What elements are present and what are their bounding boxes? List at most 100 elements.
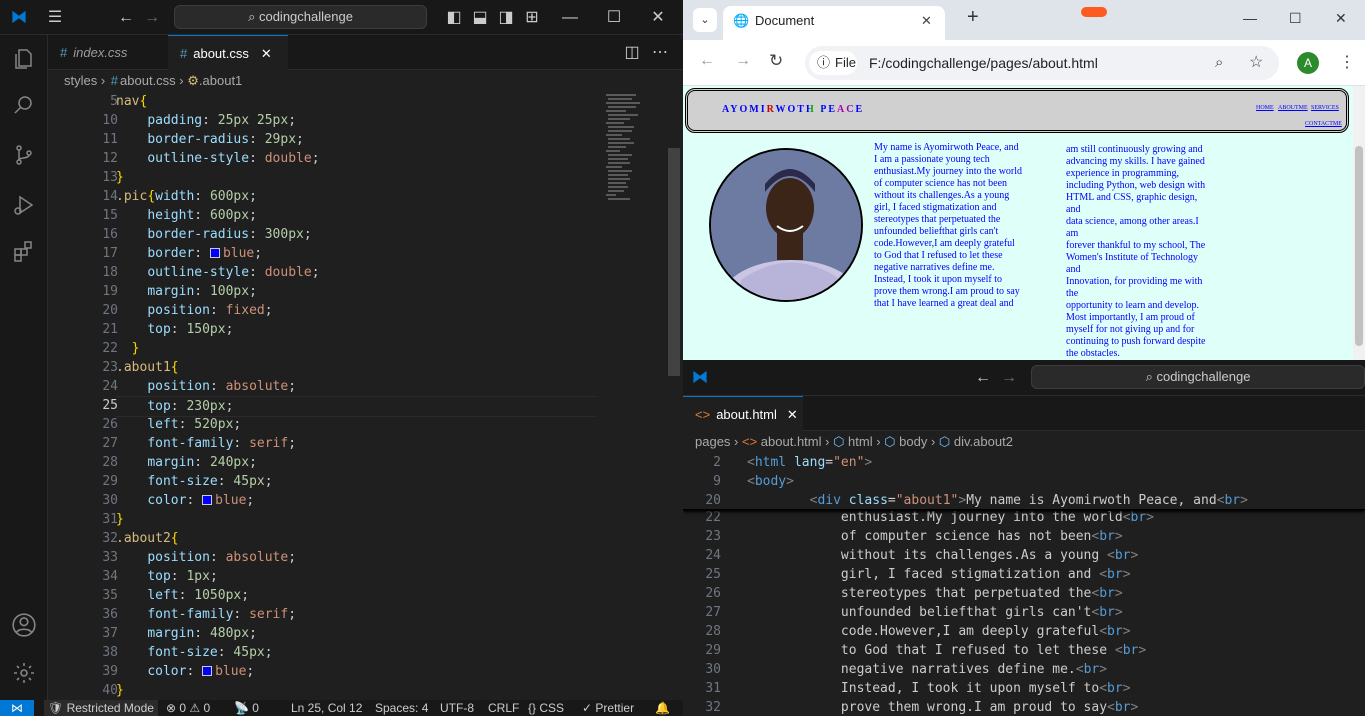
code-line[interactable]: of computer science has not been<br>: [747, 527, 1123, 546]
code-line[interactable]: }: [116, 510, 124, 529]
code-line[interactable]: top: 1px;: [116, 567, 217, 586]
close-tab-icon[interactable]: ✕: [787, 407, 798, 422]
code-line[interactable]: height: 600px;: [116, 206, 257, 225]
toggle-sidebar-icon[interactable]: ◧: [444, 0, 464, 35]
source-control-icon[interactable]: [0, 135, 48, 175]
prettier-status[interactable]: ✓ Prettier: [582, 700, 634, 716]
minimize-icon[interactable]: —: [1243, 10, 1257, 26]
page-scroll-thumb[interactable]: [1355, 146, 1363, 346]
code-line[interactable]: stereotypes that perpetuated the<br>: [747, 584, 1123, 603]
sticky-scroll-line[interactable]: <html lang="en">: [747, 453, 872, 472]
minimize-icon[interactable]: —: [560, 0, 580, 35]
code-line[interactable]: font-family: serif;: [116, 434, 296, 453]
sticky-scroll-line[interactable]: <div class="about1">My name is Ayomirwot…: [747, 491, 1248, 510]
maximize-icon[interactable]: ☐: [604, 0, 624, 35]
close-window-icon[interactable]: ✕: [1335, 10, 1347, 27]
split-editor-icon[interactable]: ◫: [622, 35, 642, 70]
ports-status[interactable]: 📡 0: [234, 700, 259, 716]
nav-link-services[interactable]: SERVICES: [1311, 105, 1339, 111]
cursor-position[interactable]: Ln 25, Col 12: [291, 700, 362, 716]
code-line[interactable]: }: [116, 339, 140, 358]
command-center-search[interactable]: ⌕ codingchallenge: [174, 5, 427, 29]
account-icon[interactable]: [0, 605, 48, 645]
nav-link-contactme[interactable]: CONTACTME: [1305, 121, 1342, 127]
code-line[interactable]: left: 520px;: [116, 415, 241, 434]
menu-icon[interactable]: ☰: [44, 0, 66, 35]
code-line[interactable]: girl, I faced stigmatization and <br>: [747, 565, 1131, 584]
code-line[interactable]: color: blue;: [116, 491, 254, 510]
command-center-search[interactable]: ⌕ codingchallenge: [1031, 365, 1365, 389]
tab-about-css[interactable]: # about.css ✕: [168, 35, 288, 70]
back-arrow-icon[interactable]: ←: [699, 52, 715, 70]
customize-layout-icon[interactable]: ⊞: [522, 0, 542, 35]
code-line[interactable]: position: fixed;: [116, 301, 272, 320]
code-line[interactable]: .pic{width: 600px;: [116, 187, 257, 206]
address-bar[interactable]: ⓘ File F:/codingchallenge/pages/about.htm…: [805, 46, 1279, 80]
encoding-status[interactable]: UTF-8: [440, 700, 474, 716]
close-tab-icon[interactable]: ✕: [921, 6, 932, 36]
code-line[interactable]: prove them wrong.I am proud to say<br>: [747, 698, 1138, 716]
code-line[interactable]: margin: 100px;: [116, 282, 257, 301]
page-scrollbar[interactable]: [1353, 86, 1365, 360]
breadcrumb-item[interactable]: body: [899, 434, 927, 449]
problems-status[interactable]: ⊗ 0 ⚠ 0: [166, 700, 210, 716]
nav-link-aboutme[interactable]: ABOUTME: [1278, 105, 1308, 111]
html-code-area[interactable]: 22 enthusiast.My journey into the world<…: [683, 453, 1365, 716]
code-line[interactable]: color: blue;: [116, 662, 254, 681]
forward-arrow-icon[interactable]: →: [999, 360, 1019, 395]
zoom-icon[interactable]: ⌕: [1215, 46, 1223, 80]
eol-status[interactable]: CRLF: [488, 700, 519, 716]
close-window-icon[interactable]: ✕: [648, 0, 668, 35]
breadcrumb-item[interactable]: div.about2: [954, 434, 1013, 449]
explorer-icon[interactable]: [0, 39, 48, 79]
code-line[interactable]: .about1{: [116, 358, 179, 377]
editor-scrollbar[interactable]: [668, 148, 680, 376]
run-debug-icon[interactable]: [0, 185, 48, 225]
breadcrumb-item[interactable]: about.html: [761, 434, 822, 449]
toggle-panel-icon[interactable]: ⬓: [470, 0, 490, 35]
site-info-chip[interactable]: ⓘ File: [809, 51, 857, 75]
code-line[interactable]: outline-style: double;: [116, 263, 319, 282]
back-arrow-icon[interactable]: ←: [116, 0, 136, 35]
back-arrow-icon[interactable]: ←: [973, 360, 993, 395]
minimap[interactable]: [600, 92, 668, 212]
code-line[interactable]: margin: 240px;: [116, 453, 257, 472]
breadcrumb-item[interactable]: .about1: [199, 73, 242, 88]
tab-index-css[interactable]: # index.css: [48, 35, 168, 70]
breadcrumb-item[interactable]: about.css: [120, 73, 176, 88]
tab-search-icon[interactable]: ⌄: [693, 8, 717, 32]
notifications-bell-icon[interactable]: 🔔: [655, 700, 670, 716]
css-code-area[interactable]: 5 nav{10 padding: 25px 25px; 11 border-rad…: [48, 92, 668, 700]
code-line[interactable]: font-family: serif;: [116, 605, 296, 624]
settings-gear-icon[interactable]: [0, 653, 48, 693]
code-line[interactable]: position: absolute;: [116, 377, 296, 396]
code-line[interactable]: margin: 480px;: [116, 624, 257, 643]
sticky-scroll-line[interactable]: <body>: [747, 472, 794, 491]
nav-link-home[interactable]: HOME: [1256, 105, 1274, 111]
code-line[interactable]: unfounded beliefthat girls can't<br>: [747, 603, 1123, 622]
code-line[interactable]: outline-style: double;: [116, 149, 319, 168]
more-actions-icon[interactable]: ⋯: [650, 35, 670, 70]
code-line[interactable]: font-size: 45px;: [116, 643, 272, 662]
toggle-secondary-sidebar-icon[interactable]: ◨: [496, 0, 516, 35]
restricted-mode-status[interactable]: 🛡 Restricted Mode: [44, 700, 158, 716]
code-line[interactable]: position: absolute;: [116, 548, 296, 567]
code-line[interactable]: top: 150px;: [116, 320, 233, 339]
breadcrumb-item[interactable]: pages: [695, 434, 730, 449]
new-tab-icon[interactable]: +: [967, 6, 979, 29]
code-line[interactable]: Instead, I took it upon myself to<br>: [747, 679, 1131, 698]
code-line[interactable]: negative narratives define me.<br>: [747, 660, 1107, 679]
forward-arrow-icon[interactable]: →: [735, 52, 751, 70]
code-line[interactable]: without its challenges.As a young <br>: [747, 546, 1138, 565]
code-line[interactable]: font-size: 45px;: [116, 472, 272, 491]
code-line[interactable]: padding: 25px 25px;: [116, 111, 296, 130]
code-line[interactable]: border-radius: 29px;: [116, 130, 304, 149]
breadcrumb-item[interactable]: styles: [64, 73, 97, 88]
code-line[interactable]: top: 230px;: [116, 396, 596, 417]
code-line[interactable]: }: [116, 681, 124, 700]
code-line[interactable]: code.However,I am deeply grateful<br>: [747, 622, 1131, 641]
forward-arrow-icon[interactable]: →: [142, 0, 162, 35]
code-line[interactable]: border-radius: 300px;: [116, 225, 311, 244]
code-line[interactable]: nav{: [116, 92, 147, 111]
code-line[interactable]: enthusiast.My journey into the world<br>: [747, 508, 1154, 527]
